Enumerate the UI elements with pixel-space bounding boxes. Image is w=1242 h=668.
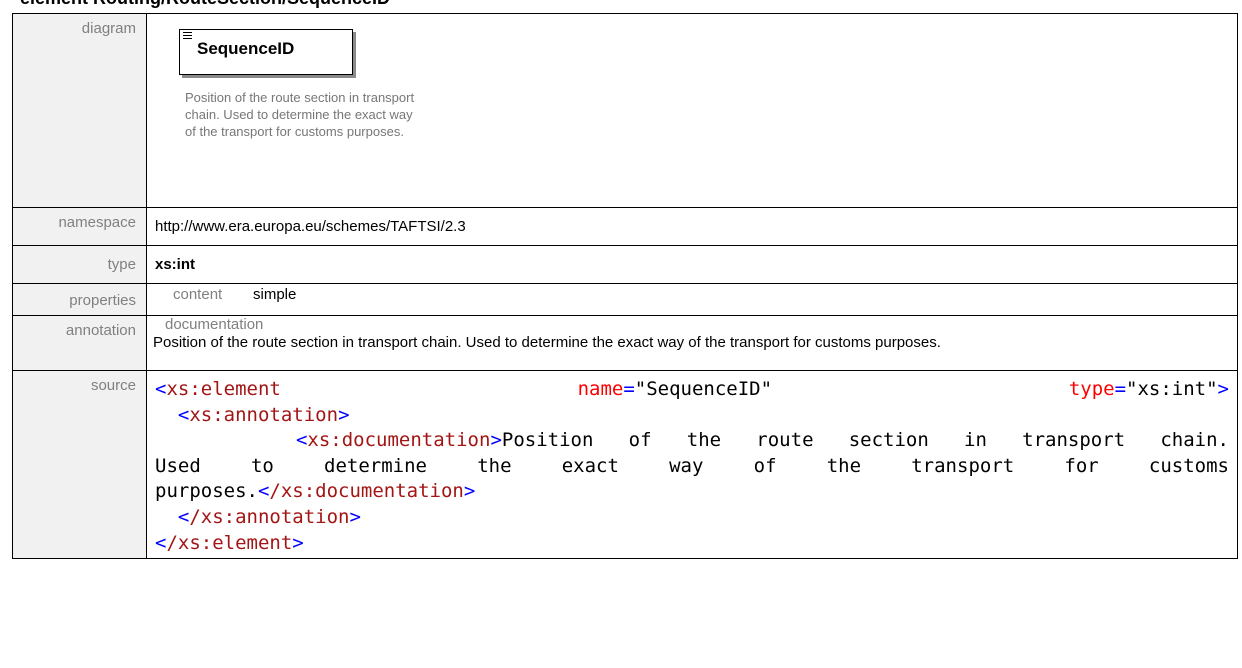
namespace-value: http://www.era.europa.eu/schemes/TAFTSI/… [146,207,1238,246]
source-line-5: purposes.</xs:documentation> [155,480,476,503]
annotation-row: annotation documentation Position of the… [12,315,1238,371]
source-line-7: </xs:element> [155,531,304,554]
source-line-6: </xs:annotation> [177,505,361,528]
annotation-key: documentation [165,316,264,333]
diagram-cell: SequenceID Position of the route section… [146,13,1238,208]
element-box-name: SequenceID [197,39,295,58]
properties-value: simple [253,286,297,303]
properties-key: content [173,286,223,303]
namespace-row: namespace http://www.era.europa.eu/schem… [12,207,1238,246]
annotation-cell: documentation Position of the route sect… [146,315,1238,371]
diagram-documentation: Position of the route section in transpo… [185,90,415,139]
source-line-2: <xs:annotation> [177,403,350,426]
source-line-3: <xs:documentation>Position of the route … [295,429,1229,452]
source-line-4: Used to determine the exact way of the t… [155,454,1229,477]
source-cell: <xs:element name="SequenceID" type="xs:i… [146,370,1238,559]
page-title: element Routing/RouteSection/SequenceID [20,0,390,9]
properties-cell: content simple [146,283,1238,316]
annotation-label: annotation [12,315,147,371]
type-row: type xs:int [12,245,1238,284]
source-label: source [12,370,147,559]
annotation-text: Position of the route section in transpo… [153,334,941,351]
element-doc-table: diagram SequenceID Position of the route… [12,13,1238,559]
properties-row: properties content simple [12,283,1238,316]
source-line-1: <xs:element name="SequenceID" type="xs:i… [155,378,1229,400]
source-code: <xs:element name="SequenceID" type="xs:i… [147,371,1237,556]
diagram-label: diagram [12,13,147,208]
type-value: xs:int [146,245,1238,284]
namespace-label: namespace [12,207,147,246]
type-label: type [12,245,147,284]
element-list-icon [183,32,192,41]
element-box[interactable]: SequenceID [179,29,353,75]
source-row: source <xs:element name="SequenceID" typ… [12,370,1238,559]
diagram-row: diagram SequenceID Position of the route… [12,13,1238,208]
properties-label: properties [12,283,147,316]
